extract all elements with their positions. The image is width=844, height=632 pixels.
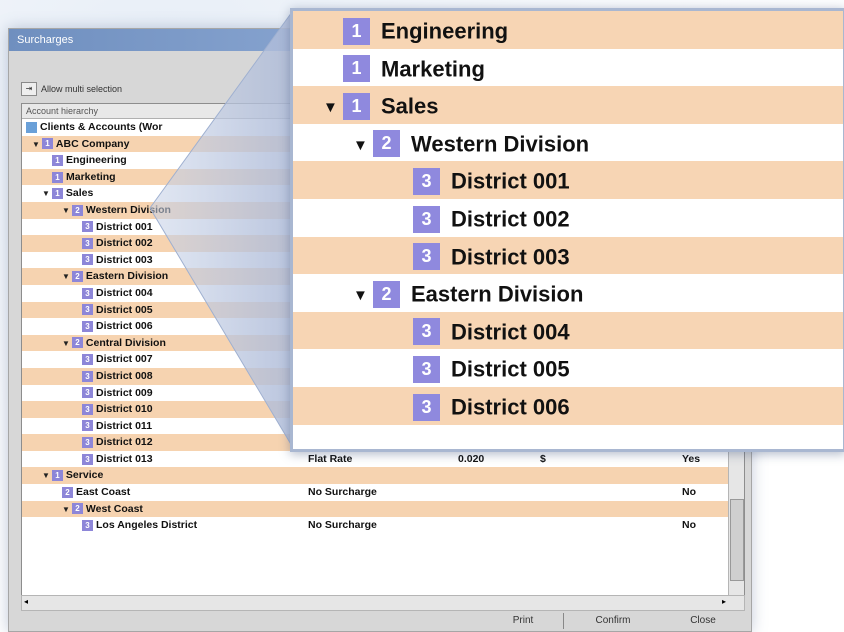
zoom-row-label: Western Division	[411, 131, 590, 157]
zoom-row-label: District 005	[451, 356, 570, 382]
zoom-row-content: 3 District 002	[413, 199, 570, 238]
zoom-row-label: Eastern Division	[411, 281, 584, 307]
zoom-row-label: District 003	[451, 243, 570, 269]
zoom-tree-row: 3 District 001	[293, 161, 843, 199]
zoom-row-label: District 001	[451, 168, 570, 194]
level-badge-icon: 1	[343, 55, 370, 83]
zoom-row-content: 3 District 005	[413, 349, 570, 388]
zoom-row-content: ▼ 2 Eastern Division	[353, 274, 583, 315]
expand-arrow-icon: ▼	[353, 136, 368, 154]
zoom-row-label: District 004	[451, 319, 570, 345]
zoom-row-label: District 006	[451, 394, 570, 420]
level-badge-icon: 3	[413, 318, 440, 346]
zoom-tree-row: 3 District 003	[293, 236, 843, 276]
zoom-row-label: District 002	[451, 206, 570, 232]
level-badge-icon: 3	[413, 168, 440, 196]
zoom-tree-row: ▼ 2 Western Division	[293, 123, 843, 165]
zoom-row-content: ▼ 1 Sales	[323, 86, 439, 127]
zoom-row-content: 3 District 004	[413, 312, 570, 351]
level-badge-icon: 1	[343, 17, 370, 45]
zoom-row-content: ▼ 2 Western Division	[353, 124, 589, 165]
zoom-tree-row: 3 District 002	[293, 198, 843, 238]
level-badge-icon: 3	[413, 243, 440, 271]
level-badge-icon: 3	[413, 356, 440, 384]
expand-arrow-icon: ▼	[353, 287, 368, 305]
zoom-tree-row: ▼ 2 Eastern Division	[293, 274, 843, 312]
zoom-row-content: 1 Engineering	[343, 11, 508, 50]
zoom-row-label: Sales	[381, 93, 439, 119]
level-badge-icon: 3	[413, 393, 440, 421]
level-badge-icon: 2	[373, 130, 400, 158]
zoom-tree-row: 1 Marketing	[293, 48, 843, 88]
zoom-row-label: Marketing	[381, 55, 485, 81]
zoom-row-content: 1 Marketing	[343, 49, 485, 88]
zoom-tree-row: 3 District 005	[293, 349, 843, 387]
zoom-tree-row: 3 District 004	[293, 311, 843, 351]
zoom-callout: 1 Engineering 1 Marketing ▼ 1 Sales ▼ 2 Western D…	[290, 8, 844, 452]
level-badge-icon: 3	[413, 205, 440, 233]
zoom-tree-row: 1 Engineering	[293, 11, 843, 49]
level-badge-icon: 2	[373, 280, 400, 308]
zoom-row-content: 3 District 001	[413, 161, 570, 200]
zoom-row-content: 3 District 006	[413, 387, 570, 426]
zoom-row-content: 3 District 003	[413, 237, 570, 276]
level-badge-icon: 1	[343, 92, 370, 120]
expand-arrow-icon: ▼	[323, 99, 338, 117]
zoom-tree-row: ▼ 1 Sales	[293, 86, 843, 124]
zoom-tree-row: 3 District 006	[293, 386, 843, 426]
zoom-row-label: Engineering	[381, 18, 509, 44]
